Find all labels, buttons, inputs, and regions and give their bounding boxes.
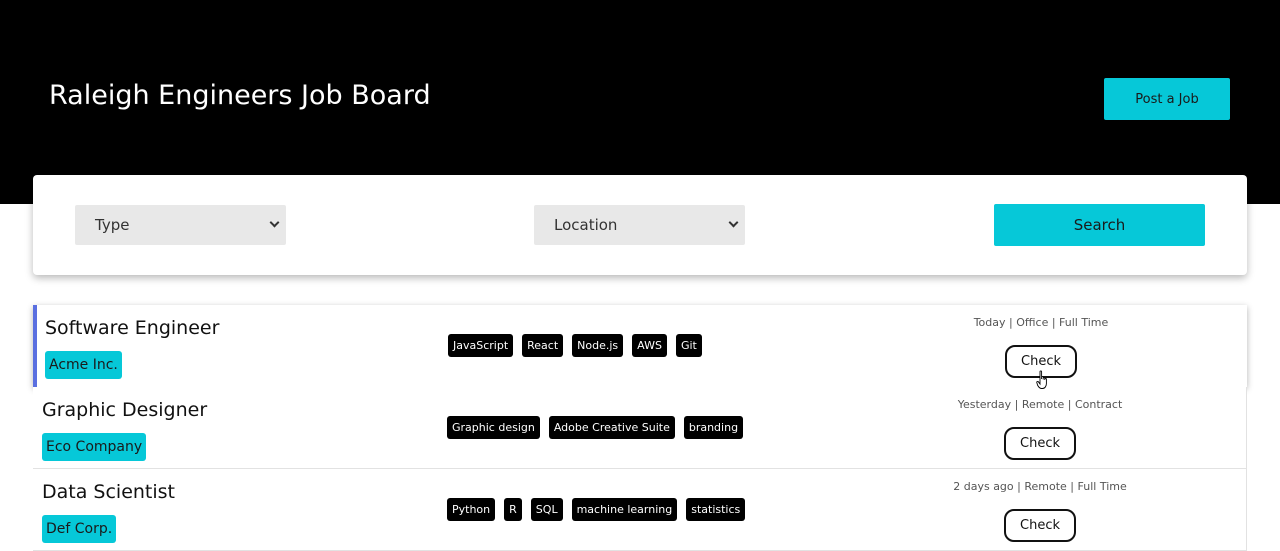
posted-date: 2 days ago: [953, 480, 1014, 493]
chevron-down-icon: [269, 217, 280, 228]
skill-tag: Git: [675, 334, 702, 357]
skill-tag: R: [504, 498, 522, 521]
check-button[interactable]: Check: [1004, 427, 1076, 460]
posted-date: Yesterday: [957, 398, 1012, 411]
employment-type: Full Time: [1077, 480, 1127, 493]
search-button[interactable]: Search: [994, 204, 1205, 246]
type-select[interactable]: Type: [75, 205, 286, 245]
company-badge: Acme Inc.: [45, 351, 122, 379]
chevron-down-icon: [728, 217, 739, 228]
company-badge: Def Corp.: [42, 515, 117, 543]
job-title: Data Scientist: [42, 481, 175, 503]
search-panel: Type Location Search: [33, 175, 1247, 275]
company-badge: Eco Company: [42, 433, 147, 461]
job-meta: Today | Office | Full Time: [973, 316, 1109, 329]
job-meta: Yesterday | Remote | Contract: [957, 398, 1123, 411]
post-job-button[interactable]: Post a Job: [1104, 78, 1230, 120]
job-title: Software Engineer: [45, 317, 220, 339]
header-banner: Raleigh Engineers Job Board Post a Job: [0, 0, 1280, 204]
location-select-label: Location: [554, 216, 618, 234]
hand-pointer-icon: [1036, 370, 1047, 389]
posted-date: Today: [973, 316, 1006, 329]
job-card[interactable]: Data Scientist Def Corp. Python R SQL ma…: [33, 469, 1247, 551]
skill-tag: JavaScript: [448, 334, 514, 357]
skill-tags: Graphic design Adobe Creative Suite bran…: [447, 416, 744, 439]
check-button[interactable]: Check: [1004, 509, 1076, 542]
skill-tag: machine learning: [571, 498, 678, 521]
job-meta: 2 days ago | Remote | Full Time: [953, 480, 1127, 493]
employment-type: Contract: [1074, 398, 1123, 411]
skill-tag: Adobe Creative Suite: [548, 416, 675, 439]
job-location: Office: [1016, 316, 1049, 329]
page-title: Raleigh Engineers Job Board: [49, 80, 431, 111]
job-card[interactable]: Graphic Designer Eco Company Graphic des…: [33, 387, 1247, 469]
skill-tags: Python R SQL machine learning statistics: [447, 498, 746, 521]
job-location: Remote: [1021, 398, 1065, 411]
job-title: Graphic Designer: [42, 399, 208, 421]
skill-tag: React: [522, 334, 564, 357]
skill-tag: Python: [447, 498, 496, 521]
job-card[interactable]: Software Engineer Acme Inc. JavaScript R…: [33, 305, 1247, 387]
location-select[interactable]: Location: [534, 205, 745, 245]
skill-tag: statistics: [686, 498, 746, 521]
job-location: Remote: [1024, 480, 1067, 493]
skill-tag: Graphic design: [447, 416, 540, 439]
type-select-label: Type: [95, 216, 130, 234]
skill-tag: SQL: [530, 498, 563, 521]
employment-type: Full Time: [1059, 316, 1109, 329]
skill-tag: Node.js: [572, 334, 624, 357]
skill-tags: JavaScript React Node.js AWS Git: [448, 334, 702, 357]
skill-tag: AWS: [632, 334, 667, 357]
skill-tag: branding: [683, 416, 744, 439]
